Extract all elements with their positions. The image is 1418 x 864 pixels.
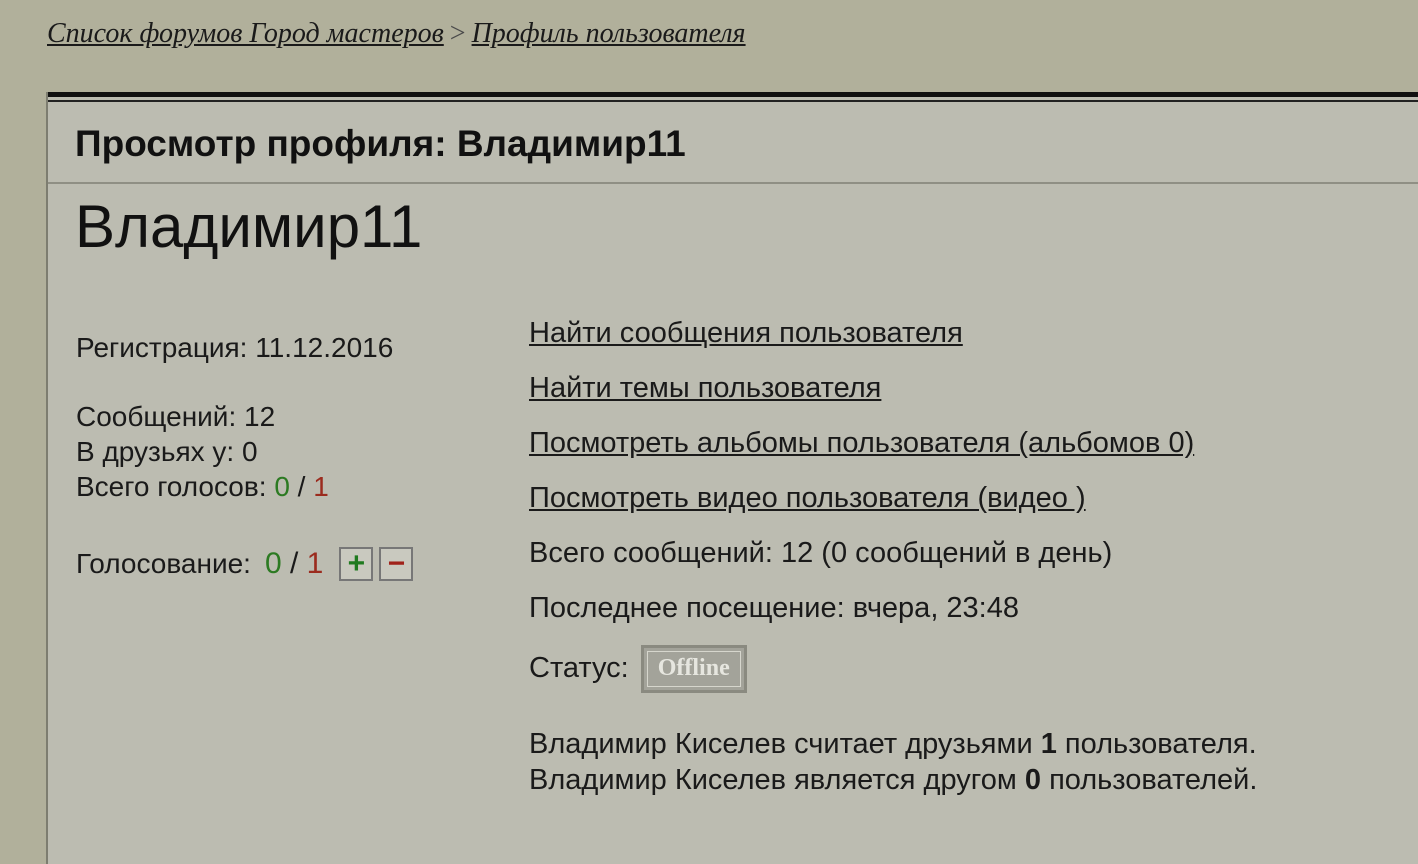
breadcrumb-profile-link[interactable]: Профиль пользователя	[472, 18, 746, 49]
profile-panel: Просмотр профиля: Владимир11 Владимир11 …	[46, 92, 1418, 864]
friends-line-2-prefix: Владимир Киселев является другом	[529, 764, 1017, 796]
view-videos-link[interactable]: Посмотреть видео пользователя (видео )	[529, 482, 1086, 515]
vote-plus-button[interactable]: +	[339, 547, 374, 581]
voting-score: 0 / 1	[265, 547, 323, 581]
vote-minus-button[interactable]: −	[379, 547, 414, 581]
total-messages: Всего сообщений: 12 (0 сообщений в день)	[529, 537, 1113, 569]
find-topics-link[interactable]: Найти темы пользователя	[529, 372, 881, 405]
total-votes: Всего голосов: 0 / 1	[76, 469, 393, 504]
message-count: Сообщений: 12	[76, 401, 276, 432]
total-votes-positive: 0	[274, 471, 290, 502]
voting-slash: /	[289, 547, 299, 580]
panel-header: Просмотр профиля: Владимир11	[48, 102, 1418, 184]
voting-positive: 0	[264, 547, 282, 580]
profile-username: Владимир11	[75, 193, 423, 260]
status-badge-text: Offline	[646, 650, 741, 687]
friends-line-2: Владимир Киселев является другом 0 польз…	[529, 762, 1257, 798]
status-badge: Offline	[640, 644, 747, 693]
view-albums-link[interactable]: Посмотреть альбомы пользователя (альбомо…	[529, 427, 1194, 460]
profile-summary: Регистрация: 11.12.2016 Сообщений: 12 В …	[76, 330, 393, 504]
voting-label: Голосование:	[76, 548, 251, 579]
registration-date: Регистрация: 11.12.2016	[76, 332, 394, 363]
total-votes-negative: 1	[313, 471, 329, 502]
voting-negative: 1	[306, 547, 324, 580]
friends-line-1: Владимир Киселев считает друзьями 1 поль…	[529, 726, 1257, 762]
friends-line-1-suffix: пользователя.	[1064, 728, 1257, 760]
status-label: Статус:	[529, 652, 629, 684]
profile-actions: Найти сообщения пользователя Найти темы …	[529, 306, 1194, 701]
breadcrumb-separator: >	[449, 18, 466, 49]
find-messages-link[interactable]: Найти сообщения пользователя	[529, 317, 963, 350]
status-row: Статус: Offline	[529, 636, 1194, 701]
last-visit: Последнее посещение: вчера, 23:48	[529, 592, 1019, 624]
breadcrumb: Список форумов Город мастеров > Профиль по…	[47, 18, 746, 50]
friends-summary: Владимир Киселев считает друзьями 1 поль…	[529, 726, 1257, 798]
panel-top-border	[48, 92, 1418, 97]
friend-of-count: 0	[1024, 764, 1041, 796]
friends-line-2-suffix: пользователей.	[1049, 764, 1258, 796]
voting-row: Голосование: 0 / 1 + −	[76, 547, 414, 581]
friends-count: 1	[1040, 728, 1057, 760]
friends-line-1-prefix: Владимир Киселев считает друзьями	[529, 728, 1033, 760]
page-title: Просмотр профиля: Владимир11	[75, 123, 686, 164]
total-votes-slash: /	[297, 471, 306, 502]
friends-of-count: В друзьях у: 0	[76, 436, 258, 467]
total-votes-label: Всего голосов:	[76, 471, 267, 502]
breadcrumb-forum-list-link[interactable]: Список форумов Город мастеров	[47, 18, 444, 49]
